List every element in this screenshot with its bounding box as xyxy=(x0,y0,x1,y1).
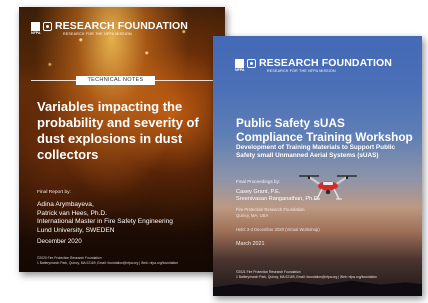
report-cover-suas-workshop: RESEARCH FOUNDATION NFPA RESEARCH FOR TH… xyxy=(213,36,422,296)
report-title: Variables impacting the probability and … xyxy=(37,99,217,163)
org-tagline: RESEARCH FOR THE NFPA MISSION xyxy=(63,32,132,36)
organization-line: Quincy, MA, USA xyxy=(236,212,269,218)
nfpa-label: NFPA xyxy=(31,31,41,35)
author: Adina Arymbayeva, xyxy=(37,201,94,208)
affiliation-line: Lund University, SWEDEN xyxy=(37,226,115,234)
final-proceedings-label: Final Proceedings by: xyxy=(236,179,281,184)
foundation-logo: RESEARCH FOUNDATION xyxy=(235,57,392,69)
nfpa-logo-icon xyxy=(31,21,40,31)
title-line: Variables impacting the xyxy=(37,99,183,114)
footer: ©2021 Fire Protection Research Foundatio… xyxy=(236,270,377,280)
affiliation-line: International Master in Fire Safety Engi… xyxy=(37,218,173,226)
organization-line: Fire Protection Research Foundation xyxy=(236,207,305,212)
org-name: RESEARCH FOUNDATION xyxy=(259,57,392,69)
final-report-label: Final Report by: xyxy=(37,190,71,195)
report-subtitle: Development of Training Materials to Sup… xyxy=(236,144,395,160)
research-foundation-icon xyxy=(247,58,256,68)
report-title: Public Safety sUAS Compliance Training W… xyxy=(236,116,413,144)
subtitle-line: Safety small Unmanned Aerial Systems (sU… xyxy=(236,152,379,160)
org-tagline: RESEARCH FOR THE NFPA MISSION xyxy=(267,69,336,73)
foundation-logo: RESEARCH FOUNDATION xyxy=(31,20,188,32)
contact-line: 1 Batterymarch Park, Quincy, MA 02169, E… xyxy=(37,260,178,265)
title-line: probability and severity of xyxy=(37,115,199,130)
title-line: Public Safety sUAS xyxy=(236,116,345,130)
footer: ©2020 Fire Protection Research Foundatio… xyxy=(37,256,178,266)
authors-block: Adina Arymbayeva, Patrick van Hees, Ph.D… xyxy=(37,201,173,235)
contact-line: 1 Batterymarch Park, Quincy, MA 02169, E… xyxy=(236,274,377,279)
workshop-note: Held: 2-3 December 2020 (Virtual Worksho… xyxy=(236,227,320,232)
report-date: December 2020 xyxy=(37,238,82,245)
nfpa-logo-icon xyxy=(235,58,244,68)
report-cover-dust-explosions: RESEARCH FOUNDATION NFPA RESEARCH FOR TH… xyxy=(19,7,225,272)
subtitle-line: Development of Training Materials to Sup… xyxy=(236,144,396,151)
title-line: dust explosions in dust xyxy=(37,131,183,146)
author: Patrick van Hees, Ph.D. xyxy=(37,209,107,217)
report-date: March 2021 xyxy=(236,241,265,247)
technical-notes-badge: TECHNICAL NOTES xyxy=(76,76,155,85)
research-foundation-icon xyxy=(43,21,52,31)
organization-block: Fire Protection Research Foundation Quin… xyxy=(236,207,304,218)
org-name: RESEARCH FOUNDATION xyxy=(55,20,188,32)
drone-icon xyxy=(299,175,357,200)
title-line: Compliance Training Workshop xyxy=(236,130,413,144)
title-line: collectors xyxy=(37,147,99,162)
nfpa-label: NFPA xyxy=(235,68,245,72)
